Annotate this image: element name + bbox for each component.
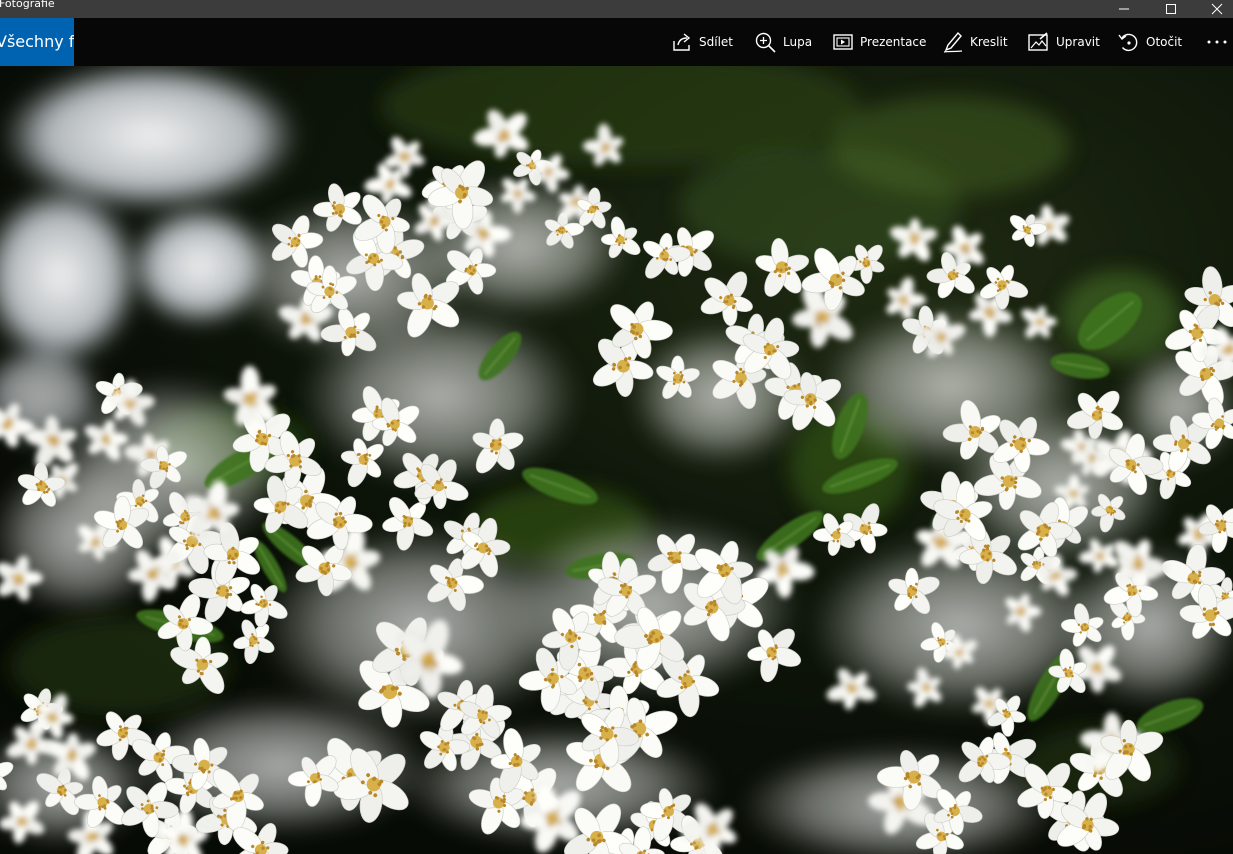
title-bar: Fotografie [0, 0, 1233, 18]
maximize-icon [1166, 4, 1176, 14]
slideshow-label: Prezentace [860, 35, 927, 49]
pen-icon [943, 31, 963, 53]
edit-button[interactable]: Upravit [1028, 18, 1100, 66]
more-dots-icon [1207, 40, 1226, 44]
share-icon [673, 33, 691, 51]
draw-label: Kreslit [970, 35, 1008, 49]
magnifier-icon [755, 32, 776, 53]
photo-viewer[interactable] [0, 66, 1233, 854]
maximize-button[interactable] [1148, 0, 1194, 18]
flower-photo [0, 66, 1233, 854]
close-button[interactable] [1194, 0, 1233, 18]
toolbar: Všechny fotky Sdílet Lupa Prezentace Kr [0, 18, 1233, 66]
draw-button[interactable]: Kreslit [943, 18, 1008, 66]
edit-label: Upravit [1056, 35, 1100, 49]
all-photos-label: Všechny fotky [0, 32, 74, 51]
all-photos-button[interactable]: Všechny fotky [0, 18, 74, 66]
more-button[interactable] [1200, 18, 1233, 66]
close-icon [1211, 3, 1223, 15]
rotate-button[interactable]: Otočit [1118, 18, 1182, 66]
window-title: Fotografie [0, 0, 55, 10]
slideshow-icon [833, 34, 853, 50]
rotate-icon [1118, 33, 1138, 51]
edit-photo-icon [1028, 32, 1048, 51]
minimize-button[interactable] [1101, 0, 1147, 18]
minimize-icon [1119, 8, 1129, 10]
slideshow-button[interactable]: Prezentace [833, 18, 926, 66]
rotate-label: Otočit [1146, 35, 1183, 49]
zoom-label: Lupa [783, 35, 813, 49]
share-button[interactable]: Sdílet [672, 18, 733, 66]
zoom-button[interactable]: Lupa [755, 18, 812, 66]
share-label: Sdílet [699, 35, 733, 49]
